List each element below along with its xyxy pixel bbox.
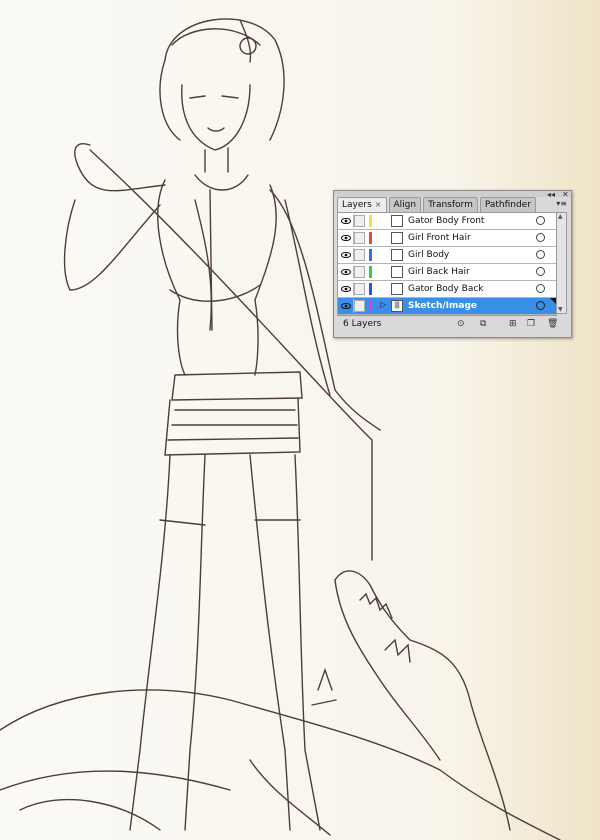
lock-toggle[interactable] [354,283,365,295]
layer-row[interactable]: Girl Back Hair [338,264,556,281]
layer-name[interactable]: Girl Body [408,247,449,263]
panel-menu-icon[interactable]: ▾≡ [556,199,567,208]
lock-toggle[interactable] [354,215,365,227]
panel-footer: 6 Layers ⊙ ⧉ ⊞ ❐ 🗑 [337,317,567,333]
layer-color-swatch [369,249,372,261]
layer-color-swatch [369,283,372,295]
lock-toggle[interactable] [354,266,365,278]
tab-pathfinder[interactable]: Pathfinder [479,197,536,212]
layers-panel: ◂◂ ✕ Layers × Align Transform Pathfinder … [333,190,572,338]
layer-name[interactable]: Girl Back Hair [408,264,470,280]
visibility-eye-icon[interactable] [339,248,354,262]
layer-color-swatch [369,232,372,244]
new-sublayer-icon[interactable]: ⊞ [509,319,517,329]
layer-row[interactable]: Gator Body Front [338,213,556,230]
lock-toggle[interactable] [354,232,365,244]
visibility-eye-icon[interactable] [339,299,354,313]
tab-layers[interactable]: Layers × [337,197,387,212]
layer-thumbnail [391,215,403,227]
tab-transform[interactable]: Transform [423,197,478,212]
layer-thumbnail [391,249,403,261]
target-circle-icon[interactable] [536,250,545,259]
layer-color-swatch [369,266,372,278]
layer-name[interactable]: Gator Body Front [408,213,484,229]
scroll-down-icon[interactable]: ▼ [558,306,563,313]
locate-object-icon[interactable]: ⊙ [457,319,465,329]
layer-row[interactable]: Gator Body Back [338,281,556,298]
target-circle-icon[interactable] [536,284,545,293]
layer-thumbnail: ▒ [391,300,403,312]
visibility-eye-icon[interactable] [339,231,354,245]
target-circle-icon[interactable] [536,216,545,225]
layer-count: 6 Layers [343,319,382,329]
tab-label: Transform [428,200,473,210]
tab-label: Align [393,200,417,210]
layer-thumbnail [391,266,403,278]
layer-thumbnail [391,232,403,244]
layer-row-selected[interactable]: ▷ ▒ Sketch/Image [338,298,556,315]
layer-name[interactable]: Sketch/Image [408,298,477,314]
panel-tabs: Layers × Align Transform Pathfinder [337,197,538,212]
layer-color-swatch [369,215,372,227]
trash-icon[interactable]: 🗑 [547,319,558,329]
expand-triangle-icon[interactable]: ▷ [380,300,386,309]
panel-close-icon[interactable]: ✕ [562,191,569,199]
new-layer-icon[interactable]: ❐ [527,319,535,329]
target-circle-icon[interactable] [536,267,545,276]
tab-align[interactable]: Align [388,197,422,212]
visibility-eye-icon[interactable] [339,214,354,228]
layer-row[interactable]: Girl Front Hair [338,230,556,247]
layer-name[interactable]: Gator Body Back [408,281,484,297]
lock-toggle[interactable] [354,300,365,312]
layer-thumbnail [391,283,403,295]
tab-close-icon[interactable]: × [375,200,382,209]
scroll-up-icon[interactable]: ▲ [558,213,563,220]
layer-color-swatch [369,300,372,312]
tab-label: Layers [342,200,372,210]
target-circle-icon[interactable] [536,233,545,242]
clipping-mask-icon[interactable]: ⧉ [480,319,486,329]
layer-row[interactable]: Girl Body [338,247,556,264]
lock-toggle[interactable] [354,249,365,261]
layer-name[interactable]: Girl Front Hair [408,230,471,246]
tab-label: Pathfinder [484,200,531,210]
artwork-canvas [0,0,600,840]
layers-scrollbar[interactable]: ▲ ▼ [556,212,567,314]
target-circle-icon[interactable] [536,301,545,310]
layers-list: Gator Body Front Girl Front Hair Girl Bo… [337,212,557,316]
collapse-icon[interactable]: ◂◂ [547,191,555,199]
visibility-eye-icon[interactable] [339,265,354,279]
visibility-eye-icon[interactable] [339,282,354,296]
